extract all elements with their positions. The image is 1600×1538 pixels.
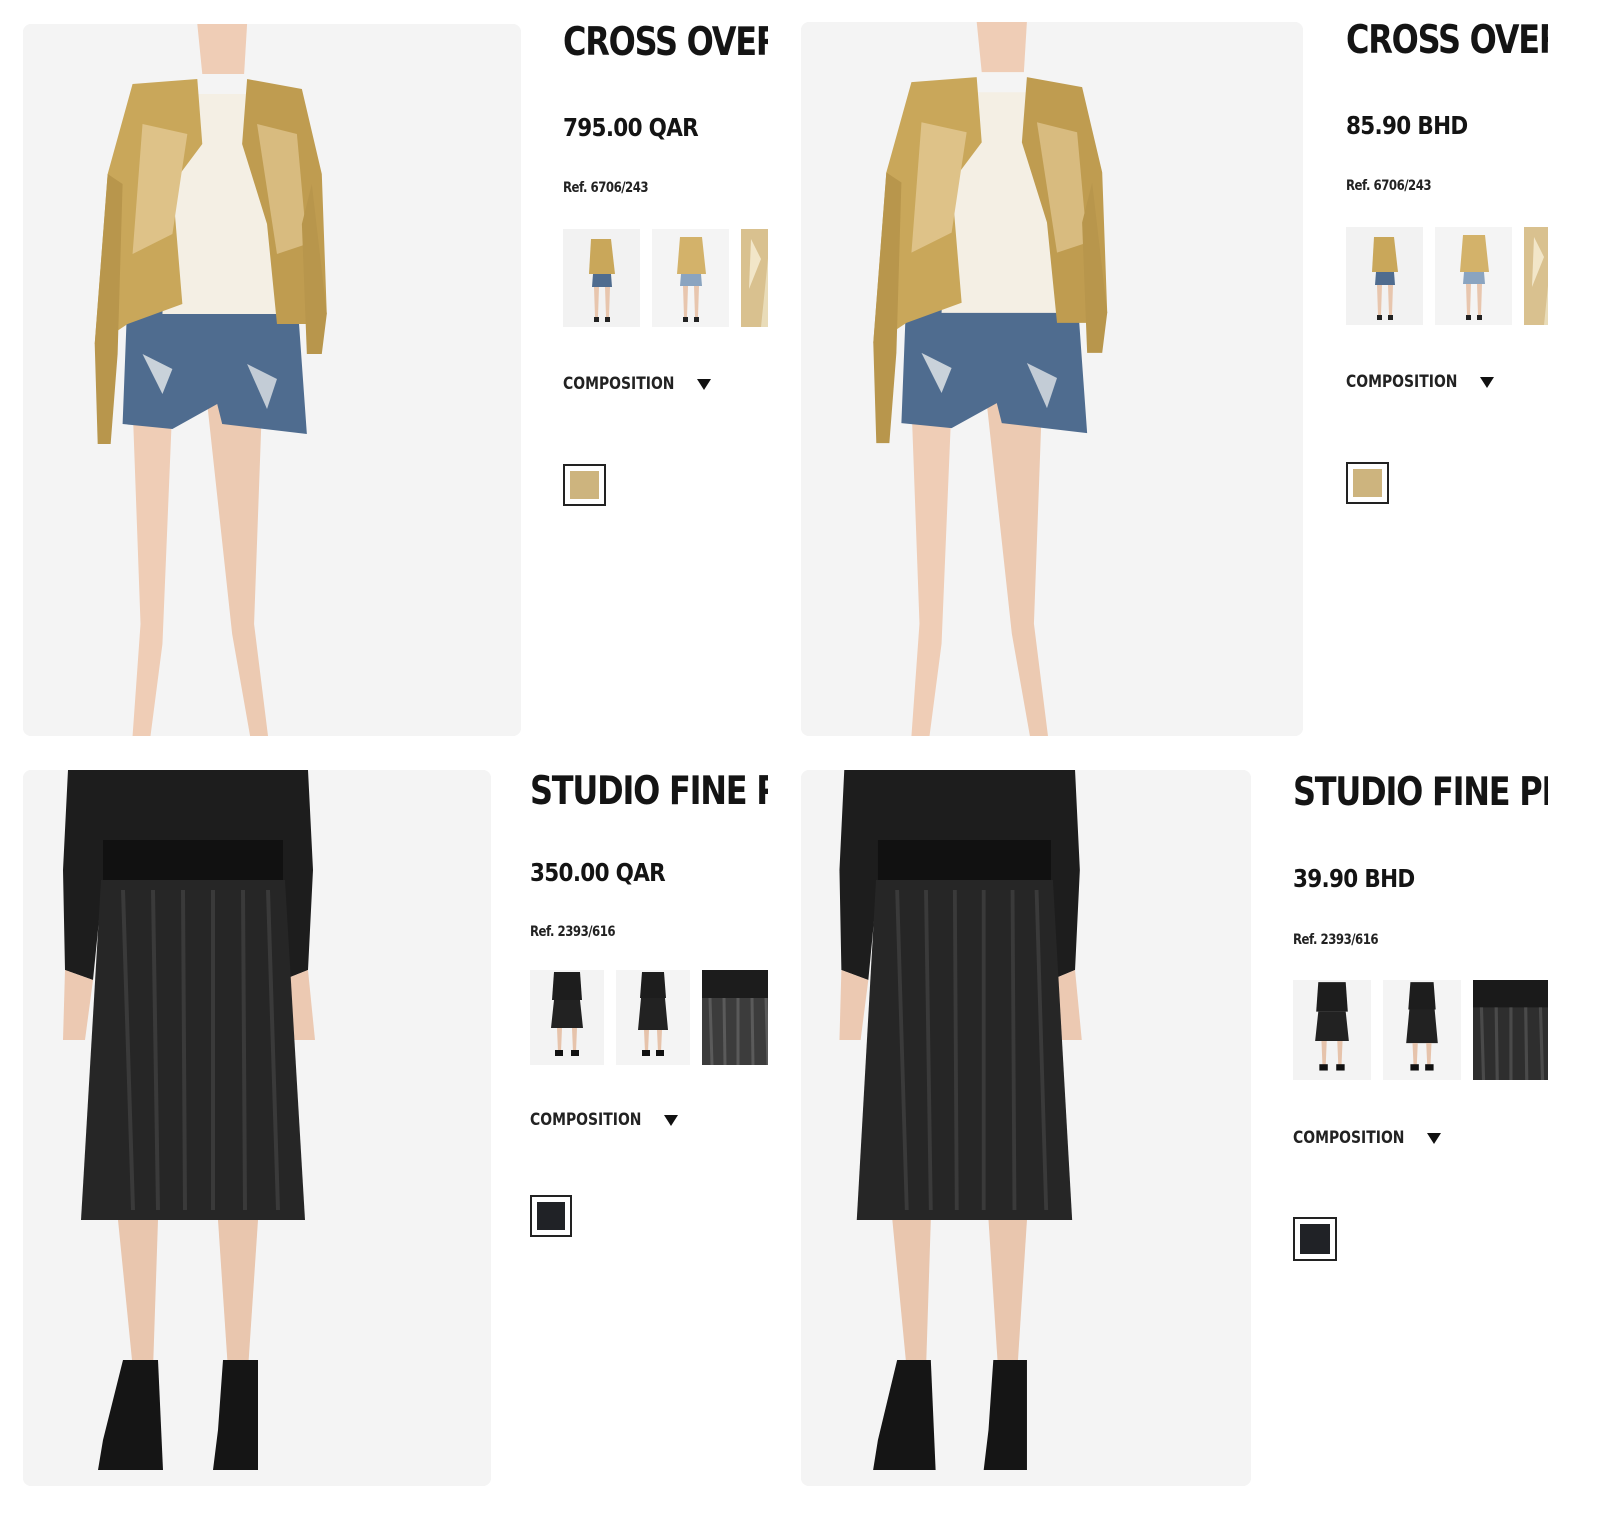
product-panel-cross-over-bhd: CROSS OVER 85.90 BHD Ref. 6706/243 COMPO…: [780, 0, 1548, 752]
composition-label: COMPOSITION: [1293, 1128, 1405, 1148]
swatch-fill: [537, 1202, 565, 1230]
product-info: CROSS OVER 795.00 QAR Ref. 6706/243 COMP…: [563, 0, 768, 752]
product-title: CROSS OVER: [1346, 18, 1548, 63]
model-pleated-skirt-image: [801, 770, 1251, 1486]
thumbnail-front-view[interactable]: [563, 229, 640, 327]
thumbnail-strip: [563, 229, 768, 327]
thumbnail-detail-view[interactable]: [702, 970, 768, 1065]
product-info: STUDIO FINE PLI 39.90 BHD Ref. 2393/616: [1293, 752, 1548, 1538]
composition-label: COMPOSITION: [530, 1110, 642, 1130]
product-price: 350.00 QAR: [530, 858, 666, 887]
product-panel-studio-fine-qar: STUDIO FINE PLI 350.00 QAR Ref. 2393/616: [0, 752, 780, 1538]
caret-down-icon: [663, 1114, 678, 1126]
swatch-fill: [570, 471, 599, 499]
product-photo[interactable]: [23, 24, 521, 736]
swatch-fill: [1300, 1224, 1330, 1254]
thumbnail-strip: [530, 970, 768, 1065]
caret-down-icon: [1479, 376, 1494, 388]
product-info: CROSS OVER 85.90 BHD Ref. 6706/243 COMPO…: [1346, 0, 1548, 752]
product-title: CROSS OVER: [563, 20, 768, 65]
product-photo[interactable]: [801, 770, 1251, 1486]
product-title: STUDIO FINE PLI: [530, 769, 768, 814]
product-title: STUDIO FINE PLI: [1293, 770, 1548, 815]
color-swatch[interactable]: [1293, 1217, 1337, 1261]
swatch-fill: [1353, 469, 1382, 497]
thumbnail-detail-view[interactable]: [1524, 227, 1548, 325]
composition-toggle[interactable]: COMPOSITION: [530, 1110, 678, 1130]
thumbnail-front-view[interactable]: [1346, 227, 1423, 325]
model-jacket-shorts-image: [801, 22, 1303, 736]
color-swatch[interactable]: [1346, 462, 1389, 504]
composition-label: COMPOSITION: [1346, 372, 1458, 392]
thumbnail-back-view[interactable]: [616, 970, 690, 1065]
thumbnail-detail-view[interactable]: [741, 229, 768, 327]
composition-label: COMPOSITION: [563, 374, 675, 394]
thumbnail-front-view[interactable]: [530, 970, 604, 1065]
composition-toggle[interactable]: COMPOSITION: [563, 374, 711, 394]
product-reference: Ref. 6706/243: [563, 180, 649, 196]
composition-toggle[interactable]: COMPOSITION: [1293, 1128, 1441, 1148]
thumbnail-front-view[interactable]: [1293, 980, 1371, 1080]
thumbnail-back-view[interactable]: [1383, 980, 1461, 1080]
product-reference: Ref. 2393/616: [530, 924, 616, 940]
product-photo[interactable]: [801, 22, 1303, 736]
thumbnail-strip: [1346, 227, 1548, 325]
model-pleated-skirt-image: [23, 770, 491, 1486]
product-price: 85.90 BHD: [1346, 111, 1468, 140]
thumbnail-back-view[interactable]: [1435, 227, 1512, 325]
color-swatch[interactable]: [530, 1195, 572, 1237]
composition-toggle[interactable]: COMPOSITION: [1346, 372, 1494, 392]
product-reference: Ref. 2393/616: [1293, 932, 1379, 948]
product-info: STUDIO FINE PLI 350.00 QAR Ref. 2393/616: [530, 752, 768, 1538]
product-price: 39.90 BHD: [1293, 864, 1415, 893]
product-panel-cross-over-qar: CROSS OVER 795.00 QAR Ref. 6706/243 COMP…: [0, 0, 780, 752]
product-reference: Ref. 6706/243: [1346, 178, 1432, 194]
thumbnail-detail-view[interactable]: [1473, 980, 1548, 1080]
product-photo[interactable]: [23, 770, 491, 1486]
caret-down-icon: [1426, 1132, 1441, 1144]
thumbnail-strip: [1293, 980, 1548, 1080]
product-price: 795.00 QAR: [563, 113, 699, 142]
caret-down-icon: [696, 378, 711, 390]
model-jacket-shorts-image: [23, 24, 521, 736]
thumbnail-back-view[interactable]: [652, 229, 729, 327]
color-swatch[interactable]: [563, 464, 606, 506]
product-panel-studio-fine-bhd: STUDIO FINE PLI 39.90 BHD Ref. 2393/616: [780, 752, 1548, 1538]
